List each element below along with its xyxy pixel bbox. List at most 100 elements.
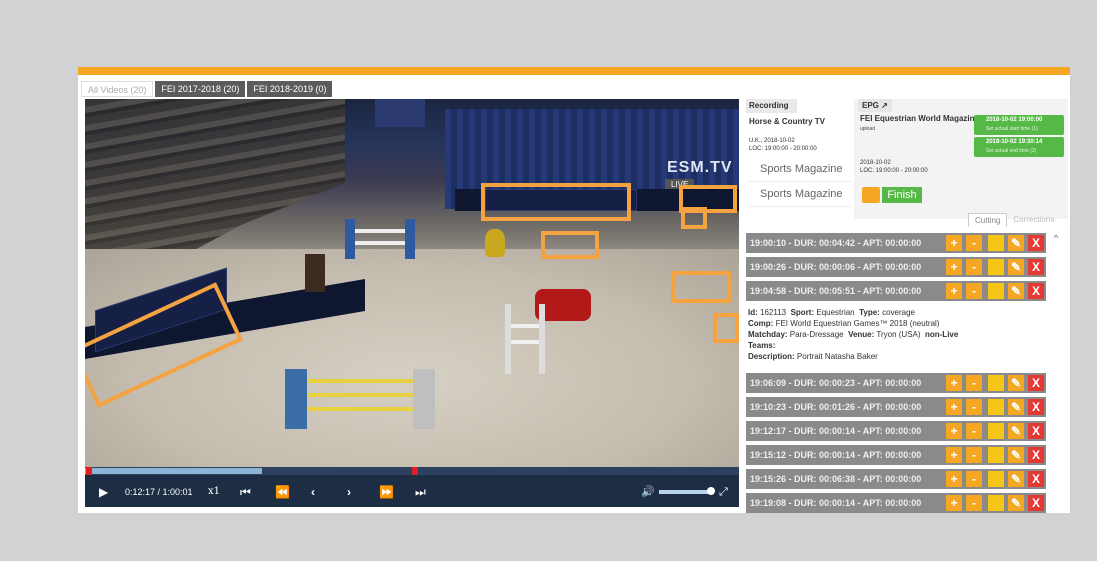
delete-button[interactable]: X: [1028, 235, 1044, 251]
delete-button[interactable]: X: [1028, 495, 1044, 511]
clip-row[interactable]: 19:04:58 - DUR: 00:05:51 - APT: 00:00:00…: [746, 281, 1046, 301]
delete-button[interactable]: X: [1028, 447, 1044, 463]
tab-corrections[interactable]: Corrections: [1007, 213, 1060, 227]
video-player[interactable]: ESM.TV LIVE: [85, 99, 739, 467]
recording-loc: U.K., 2018-10-02 LOC: 19:00:00 - 20:00:0…: [749, 137, 817, 153]
edit-icon[interactable]: ✎: [1008, 423, 1024, 439]
program-item[interactable]: Sports Magazine: [748, 157, 852, 182]
detail-matchday-label: Matchday:: [748, 330, 788, 339]
folder-icon[interactable]: [988, 423, 1004, 439]
delete-button[interactable]: X: [1028, 375, 1044, 391]
skip-start-icon[interactable]: ⏮: [240, 481, 251, 503]
remove-button[interactable]: -: [966, 399, 982, 415]
detail-id-value: 162113: [760, 308, 787, 317]
folder-icon[interactable]: [988, 471, 1004, 487]
clip-row[interactable]: 19:15:26 - DUR: 00:06:38 - APT: 00:00:00…: [746, 469, 1046, 489]
delete-button[interactable]: X: [1028, 423, 1044, 439]
detail-sport-value: Equestrian: [816, 308, 855, 317]
progress-bar[interactable]: [85, 467, 739, 475]
step-forward-icon[interactable]: ›: [347, 481, 351, 503]
add-button[interactable]: +: [946, 471, 962, 487]
detail-live-value: non-Live: [924, 330, 959, 339]
fast-forward-icon[interactable]: ⏩: [379, 481, 394, 503]
highlight-box-5: [671, 271, 731, 303]
channel-name: Horse & Country TV: [749, 117, 826, 126]
remove-button[interactable]: -: [966, 283, 982, 299]
add-button[interactable]: +: [946, 399, 962, 415]
remove-button[interactable]: -: [966, 495, 982, 511]
highlight-box-6: [713, 313, 739, 343]
delete-button[interactable]: X: [1028, 471, 1044, 487]
tab-all-videos[interactable]: All Videos (20): [81, 81, 154, 97]
folder-icon[interactable]: [988, 447, 1004, 463]
remove-button[interactable]: -: [966, 423, 982, 439]
tab-cutting[interactable]: Cutting: [968, 213, 1008, 227]
add-button[interactable]: +: [946, 235, 962, 251]
volume-knob[interactable]: [707, 487, 715, 495]
volume-slider[interactable]: [659, 490, 711, 494]
scroll-up-icon[interactable]: ^: [1054, 233, 1058, 243]
delete-button[interactable]: X: [1028, 283, 1044, 299]
epg-tab[interactable]: EPG ↗: [858, 99, 892, 112]
clip-row[interactable]: 19:15:12 - DUR: 00:00:14 - APT: 00:00:00…: [746, 445, 1046, 465]
edit-icon[interactable]: ✎: [1008, 375, 1024, 391]
progress-marker[interactable]: [85, 467, 92, 475]
remove-button[interactable]: -: [966, 259, 982, 275]
clip-row[interactable]: 19:06:09 - DUR: 00:00:23 - APT: 00:00:00…: [746, 373, 1046, 393]
skip-end-icon[interactable]: ⏭: [415, 481, 426, 503]
end-time-note: Set actual end time (2): [986, 148, 1037, 154]
start-time-button[interactable]: 2018-10-02 19:00:00 Set actual start tim…: [974, 115, 1064, 135]
clip-row[interactable]: 19:19:08 - DUR: 00:00:14 - APT: 00:00:00…: [746, 493, 1046, 513]
video-tabs: All Videos (20) FEI 2017-2018 (20) FEI 2…: [81, 81, 333, 97]
remove-button[interactable]: -: [966, 235, 982, 251]
add-button[interactable]: +: [946, 423, 962, 439]
folder-icon[interactable]: [988, 375, 1004, 391]
clip-row[interactable]: 19:00:26 - DUR: 00:00:06 - APT: 00:00:00…: [746, 257, 1046, 277]
external-link-icon[interactable]: ↗: [881, 101, 888, 110]
fullscreen-icon[interactable]: ⤢: [719, 481, 728, 503]
play-icon[interactable]: ▶: [99, 481, 108, 503]
add-button[interactable]: +: [946, 375, 962, 391]
edit-icon[interactable]: ✎: [1008, 259, 1024, 275]
delete-button[interactable]: X: [1028, 399, 1044, 415]
step-back-icon[interactable]: ‹: [311, 481, 315, 503]
finish-button[interactable]: Finish: [882, 187, 922, 203]
volume-icon[interactable]: 🔊: [641, 481, 655, 503]
edit-icon[interactable]: ✎: [1008, 471, 1024, 487]
edit-icon[interactable]: ✎: [1008, 283, 1024, 299]
add-button[interactable]: +: [946, 283, 962, 299]
folder-icon[interactable]: [988, 235, 1004, 251]
edit-icon[interactable]: ✎: [1008, 447, 1024, 463]
epg-date-line: 2018-10-02: [860, 160, 891, 166]
delete-button[interactable]: X: [1028, 259, 1044, 275]
tab-fei-2017-2018[interactable]: FEI 2017-2018 (20): [155, 81, 246, 97]
end-time-button[interactable]: 2018-10-02 19:30:14 Set actual end time …: [974, 137, 1064, 157]
clip-row[interactable]: 19:10:23 - DUR: 00:01:26 - APT: 00:00:00…: [746, 397, 1046, 417]
remove-button[interactable]: -: [966, 447, 982, 463]
recording-date: U.K., 2018-10-02: [749, 138, 795, 144]
edit-icon[interactable]: ✎: [1008, 235, 1024, 251]
folder-icon[interactable]: [988, 495, 1004, 511]
detail-desc-label: Description:: [748, 352, 795, 361]
clip-row[interactable]: 19:00:10 - DUR: 00:04:42 - APT: 00:00:00…: [746, 233, 1046, 253]
image-icon[interactable]: [862, 187, 880, 203]
program-item[interactable]: Sports Magazine: [748, 182, 852, 207]
clip-row[interactable]: 19:12:17 - DUR: 00:00:14 - APT: 00:00:00…: [746, 421, 1046, 441]
remove-button[interactable]: -: [966, 471, 982, 487]
detail-comp-label: Comp:: [748, 319, 774, 328]
folder-icon[interactable]: [988, 399, 1004, 415]
add-button[interactable]: +: [946, 259, 962, 275]
progress-marker[interactable]: [412, 467, 418, 475]
remove-button[interactable]: -: [966, 375, 982, 391]
add-button[interactable]: +: [946, 495, 962, 511]
add-button[interactable]: +: [946, 447, 962, 463]
side-panel: Recording Horse & Country TV U.K., 2018-…: [744, 99, 1070, 513]
recording-tab[interactable]: Recording: [746, 99, 797, 113]
edit-icon[interactable]: ✎: [1008, 495, 1024, 511]
folder-icon[interactable]: [988, 283, 1004, 299]
tab-fei-2018-2019[interactable]: FEI 2018-2019 (0): [247, 81, 333, 97]
speed-button[interactable]: x1: [208, 481, 220, 503]
folder-icon[interactable]: [988, 259, 1004, 275]
edit-icon[interactable]: ✎: [1008, 399, 1024, 415]
rewind-icon[interactable]: ⏪: [275, 481, 290, 503]
